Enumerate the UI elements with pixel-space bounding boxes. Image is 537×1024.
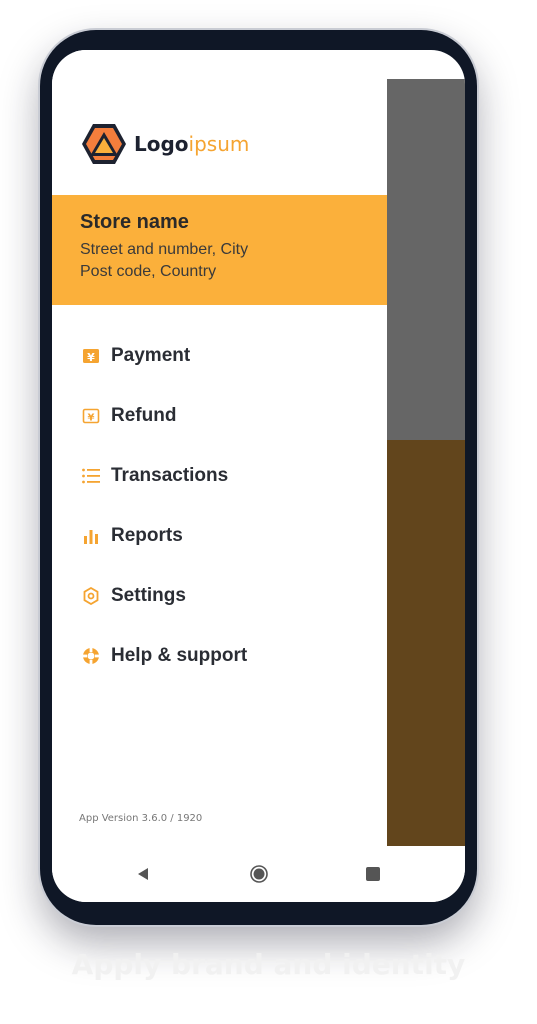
- back-icon: [138, 868, 148, 880]
- menu-item-payment[interactable]: ¥ Payment: [52, 326, 387, 386]
- back-button[interactable]: [130, 861, 156, 887]
- list-icon: [80, 465, 102, 487]
- store-address-line2: Post code, Country: [80, 263, 217, 280]
- phone-screen: Logoipsum Store name Street and number, …: [52, 50, 465, 902]
- lifebuoy-icon: [80, 645, 102, 667]
- recents-button[interactable]: [360, 861, 386, 887]
- home-icon: [250, 865, 268, 883]
- background-scrim-bottom[interactable]: [387, 440, 465, 846]
- menu-item-reports[interactable]: Reports: [52, 506, 387, 566]
- drawer-menu: ¥ Payment ¥ Refund Transactions Reports …: [52, 326, 387, 686]
- bar-chart-icon: [80, 525, 102, 547]
- menu-item-settings[interactable]: Settings: [52, 566, 387, 626]
- menu-item-label: Settings: [111, 585, 186, 606]
- caption: Apply brand and identity: [71, 948, 466, 981]
- app-version: App Version 3.6.0 / 1920: [79, 813, 203, 824]
- brand-logo: Logoipsum: [80, 122, 249, 166]
- home-button[interactable]: [246, 861, 272, 887]
- logo-mark-icon: [82, 124, 126, 164]
- svg-text:¥: ¥: [87, 351, 95, 364]
- store-header: Store name Street and number, City Post …: [52, 195, 387, 305]
- store-name: Store name: [80, 211, 189, 233]
- payment-icon: ¥: [80, 345, 102, 367]
- brand-wordmark: Logoipsum: [134, 132, 250, 156]
- menu-item-label: Reports: [111, 525, 183, 546]
- navigation-drawer: Logoipsum Store name Street and number, …: [52, 50, 387, 846]
- menu-item-label: Refund: [111, 405, 177, 426]
- system-navigation-bar: [52, 846, 465, 902]
- menu-item-label: Payment: [111, 345, 191, 366]
- menu-item-transactions[interactable]: Transactions: [52, 446, 387, 506]
- recents-icon: [366, 867, 380, 881]
- svg-text:¥: ¥: [88, 413, 95, 424]
- menu-item-help-support[interactable]: Help & support: [52, 626, 387, 686]
- background-scrim-top[interactable]: [387, 79, 465, 440]
- gear-icon: [80, 585, 102, 607]
- refund-icon: ¥: [80, 405, 102, 427]
- store-address-line1: Street and number, City: [80, 241, 249, 258]
- menu-item-label: Transactions: [111, 465, 229, 486]
- menu-item-refund[interactable]: ¥ Refund: [52, 386, 387, 446]
- menu-item-label: Help & support: [111, 645, 248, 666]
